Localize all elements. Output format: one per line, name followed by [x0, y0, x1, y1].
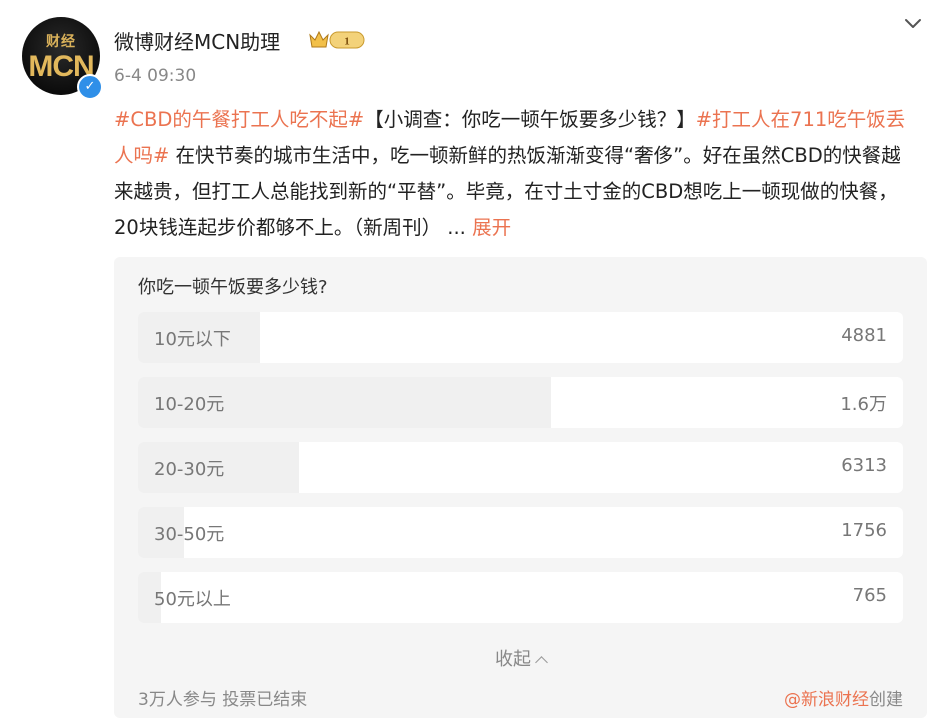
member-level-text: 1: [344, 36, 350, 48]
post-text-segment: 【小调查：你吃一顿午饭要多少钱？】: [364, 108, 696, 131]
chevron-down-icon[interactable]: [902, 14, 924, 34]
poll-option-count: 765: [852, 585, 887, 606]
member-level-badge-icon[interactable]: 1: [308, 29, 368, 51]
poll-option[interactable]: 20-30元 6313: [138, 442, 903, 493]
expand-link[interactable]: 展开: [472, 216, 511, 239]
poll-question: 你吃一顿午饭要多少钱?: [138, 277, 328, 298]
verified-icon: ✓: [77, 74, 103, 100]
creator-suffix: 创建: [869, 690, 903, 710]
author-name[interactable]: 微博财经MCN助理: [114, 26, 280, 55]
poll-option-count: 6313: [841, 455, 887, 476]
poll-option[interactable]: 10-20元 1.6万: [138, 377, 903, 428]
poll-option-label: 20-30元: [154, 459, 225, 480]
poll-card: 你吃一顿午饭要多少钱? 10元以下 4881 10-20元 1.6万 20-30…: [114, 257, 927, 718]
poll-option[interactable]: 30-50元 1756: [138, 507, 903, 558]
poll-option-count: 4881: [841, 325, 887, 346]
chevron-up-icon: [535, 656, 548, 669]
creator-link[interactable]: @新浪财经: [784, 690, 869, 710]
poll-option[interactable]: 50元以上 765: [138, 572, 903, 623]
collapse-label: 收起: [495, 649, 531, 670]
poll-option-label: 10元以下: [154, 329, 231, 350]
poll-creator: @新浪财经创建: [784, 685, 903, 710]
poll-option-label: 50元以上: [154, 589, 231, 610]
post-text: #CBD的午餐打工人吃不起#【小调查：你吃一顿午饭要多少钱？】#打工人在711吃…: [114, 102, 914, 246]
poll-option-count: 1756: [841, 520, 887, 541]
post-time: 6-4 09:30: [114, 66, 197, 86]
poll-option-count: 1.6万: [840, 394, 887, 415]
poll-participants: 3万人参与 投票已结束: [138, 690, 308, 710]
poll-option[interactable]: 10元以下 4881: [138, 312, 903, 363]
collapse-button[interactable]: 收起: [114, 645, 927, 671]
poll-option-label: 30-50元: [154, 524, 225, 545]
hashtag-link[interactable]: #CBD的午餐打工人吃不起#: [114, 108, 364, 131]
avatar-text-top: 财经: [46, 34, 76, 50]
poll-option-label: 10-20元: [154, 394, 225, 415]
ellipsis: ...: [441, 216, 473, 239]
